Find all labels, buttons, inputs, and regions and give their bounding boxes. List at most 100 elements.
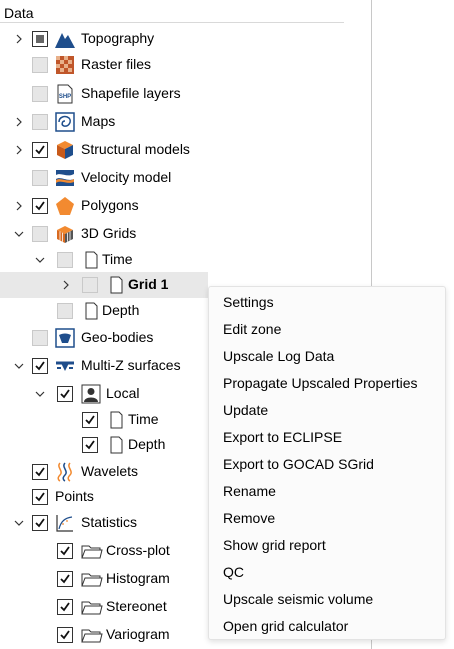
geobody-icon [55,328,75,348]
menu-item-rename[interactable]: Rename [209,478,445,505]
context-menu: Settings Edit zone Upscale Log Data Propaga… [208,286,446,640]
visibility-checkbox[interactable] [82,412,98,428]
menu-item-label: Rename [223,483,276,499]
folder-icon [81,625,103,645]
menu-item-propagate-upscaled-properties[interactable]: Propagate Upscaled Properties [209,370,445,397]
tree-item-label: Variogram [106,626,170,642]
tree-item-label: Cross-plot [106,542,170,558]
tree-item-label: Depth [128,436,166,452]
wavelet-icon [55,462,75,482]
visibility-checkbox[interactable] [57,599,73,615]
structural-model-icon [55,140,75,160]
visibility-checkbox[interactable] [57,303,73,319]
visibility-checkbox[interactable] [32,170,48,186]
menu-item-open-grid-calculator[interactable]: Open grid calculator [209,613,445,640]
page-icon [106,435,126,455]
tree-item-label: Geo-bodies [81,329,154,345]
chevron-down-icon[interactable] [12,516,26,530]
menu-item-remove[interactable]: Remove [209,505,445,532]
svg-text:SHP: SHP [59,94,71,100]
chevron-right-icon[interactable] [12,32,26,46]
visibility-checkbox[interactable] [57,252,73,268]
menu-item-label: Open grid calculator [223,618,349,634]
raster-icon [55,55,75,75]
chevron-right-icon[interactable] [12,143,26,157]
menu-item-label: Export to GOCAD SGrid [223,456,374,472]
shapefile-icon: SHP [55,84,75,104]
visibility-checkbox[interactable] [32,330,48,346]
menu-item-label: Update [223,402,269,418]
visibility-checkbox[interactable] [32,515,48,531]
tree-row-topography[interactable]: Topography [0,26,344,52]
tree-item-label: Local [106,385,140,401]
visibility-checkbox[interactable] [32,198,48,214]
menu-item-show-grid-report[interactable]: Show grid report [209,532,445,559]
chevron-down-icon[interactable] [12,227,26,241]
chevron-right-icon[interactable] [12,199,26,213]
panel-header: Data [0,3,344,23]
chevron-right-icon[interactable] [59,278,73,292]
page-icon [106,410,126,430]
velocity-model-icon [55,168,75,188]
tree-row-maps[interactable]: Maps [0,109,344,135]
visibility-checkbox[interactable] [32,358,48,374]
visibility-checkbox[interactable] [57,627,73,643]
visibility-checkbox[interactable] [82,277,98,293]
visibility-checkbox[interactable] [32,86,48,102]
menu-item-label: Show grid report [223,537,326,553]
menu-item-upscale-log-data[interactable]: Upscale Log Data [209,343,445,370]
visibility-checkbox[interactable] [32,489,48,505]
tree-item-label: Velocity model [81,169,172,185]
chevron-right-icon[interactable] [12,115,26,129]
tree-row-polygons[interactable]: Polygons [0,193,344,219]
menu-item-update[interactable]: Update [209,397,445,424]
panel-title: Data [4,5,34,21]
menu-item-edit-zone[interactable]: Edit zone [209,316,445,343]
menu-item-label: Remove [223,510,276,526]
chevron-down-icon[interactable] [33,387,47,401]
visibility-checkbox[interactable] [32,57,48,73]
tree-row-3d-grids[interactable]: 3D Grids [0,221,344,247]
tree-row-velocity-model[interactable]: Velocity model [0,165,344,191]
menu-item-label: Upscale Log Data [223,348,335,364]
page-icon [106,275,126,295]
tree-row-raster-files[interactable]: Raster files [0,52,344,78]
menu-item-upscale-seismic-volume[interactable]: Upscale seismic volume [209,586,445,613]
tree-item-label: Wavelets [81,463,139,479]
menu-item-label: Propagate Upscaled Properties [223,375,418,391]
page-icon [81,301,101,321]
menu-item-label: Settings [223,294,274,310]
visibility-checkbox[interactable] [32,226,48,242]
tree-item-label: Points [55,488,94,504]
visibility-checkbox[interactable] [32,142,48,158]
chevron-down-icon[interactable] [12,359,26,373]
tree-row-grid-1[interactable]: Grid 1 [0,272,208,298]
tree-item-label: Raster files [81,56,152,72]
menu-item-qc[interactable]: QC [209,559,445,586]
folder-icon [81,569,103,589]
tree-row-structural-models[interactable]: Structural models [0,137,344,163]
menu-item-export-to-gocad-sgrid[interactable]: Export to GOCAD SGrid [209,451,445,478]
chevron-down-icon[interactable] [33,253,47,267]
visibility-checkbox[interactable] [57,543,73,559]
tree-item-label: Statistics [81,514,138,530]
tree-item-label: Polygons [81,197,139,213]
tree-item-label: Depth [102,302,140,318]
tree-item-label: Topography [81,30,155,46]
menu-item-settings[interactable]: Settings [209,289,445,316]
visibility-checkbox[interactable] [57,571,73,587]
tree-row-shapefile-layers[interactable]: SHP Shapefile layers [0,81,344,107]
grid3d-icon [55,224,75,244]
visibility-checkbox[interactable] [32,464,48,480]
tree-item-label: Grid 1 [128,276,169,292]
visibility-checkbox[interactable] [82,437,98,453]
menu-item-label: Edit zone [223,321,282,337]
user-icon [81,384,101,404]
tree-row-time[interactable]: Time [0,247,344,273]
menu-item-export-to-eclipse[interactable]: Export to ECLIPSE [209,424,445,451]
multiz-surface-icon [55,356,75,376]
visibility-checkbox[interactable] [32,31,48,47]
folder-icon [81,541,103,561]
visibility-checkbox[interactable] [32,114,48,130]
visibility-checkbox[interactable] [57,386,73,402]
